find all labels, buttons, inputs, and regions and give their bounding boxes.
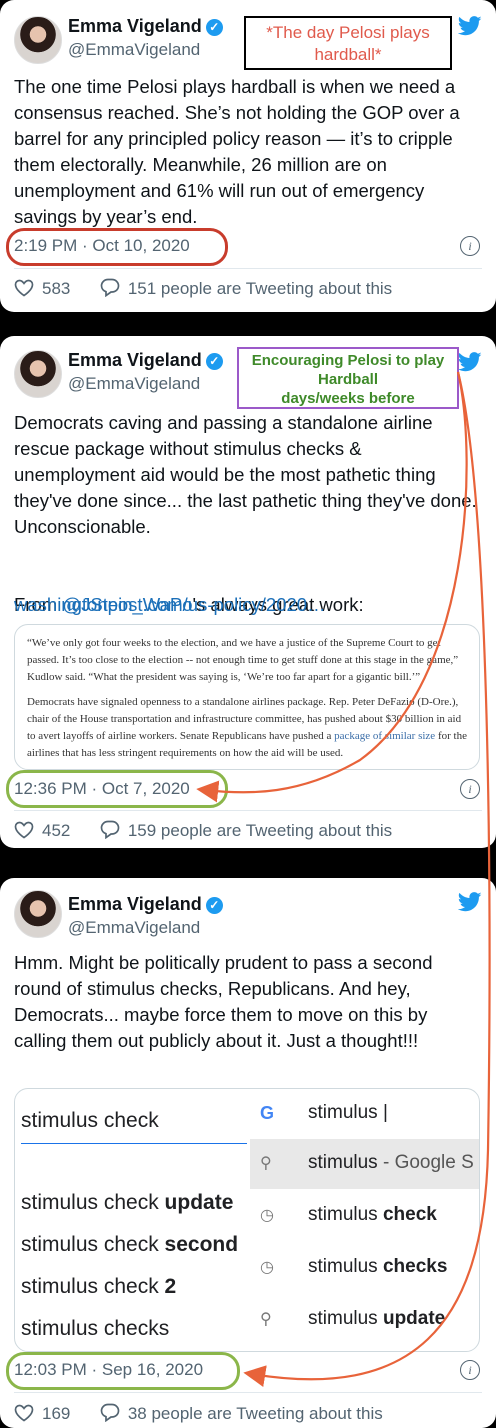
quote-paragraph: Democrats have signaled openness to a st… [27,696,467,759]
avatar[interactable] [14,350,62,398]
annotation-top-note: *The day Pelosi plays hardball* [244,16,452,70]
suggestion-row: ◷ stimulus check [260,1204,437,1225]
tweeting-count: 151 people are Tweeting about this [127,279,393,298]
verified-badge-icon: ✓ [205,353,223,370]
tweet-stats: 583 151 people are Tweeting about this [14,278,392,299]
search-right-panel: G stimulus | ⚲ stimulus - Google S ◷ sti… [250,1089,479,1351]
suggestion-item: stimulus checks [21,1317,170,1340]
conversation-link[interactable]: 38 people are Tweeting about this [100,1403,383,1423]
author-name[interactable]: Emma Vigeland ✓ [68,350,223,371]
tweeting-count: 38 people are Tweeting about this [127,1404,383,1423]
divider [14,268,482,269]
like-count: 169 [42,1404,71,1423]
avatar[interactable] [14,16,62,64]
twitter-bird-icon[interactable] [458,16,482,36]
search-screenshot: stimulus check stimulus check update sti… [14,1088,480,1352]
heart-icon [14,821,34,839]
info-icon[interactable]: i [460,236,480,256]
like-count: 583 [42,279,71,298]
heart-icon [14,279,34,297]
tweet-stats: 452 159 people are Tweeting about this [14,820,392,841]
green-timestamp-circle [6,1352,240,1390]
article-screenshot: “We’ve only got four weeks to the electi… [14,624,480,770]
search-input: stimulus check [21,1109,247,1144]
divider [14,810,482,811]
avatar[interactable] [14,890,62,938]
quote-paragraph: “We’ve only got four weeks to the electi… [27,637,459,683]
search-left-panel: stimulus check stimulus check update sti… [15,1089,250,1351]
verified-badge-icon: ✓ [205,19,223,36]
suggestion-row: ◷ stimulus checks [260,1256,448,1277]
search-icon: ⚲ [260,1311,272,1328]
article-link[interactable]: washingtonpost.com/us-policy/2020… [14,592,484,618]
suggestion-item: stimulus check update [21,1191,234,1214]
info-icon[interactable]: i [460,1360,480,1380]
history-icon: ◷ [260,1207,274,1224]
tweeting-count: 159 people are Tweeting about this [127,821,393,840]
tweet-text: The one time Pelosi plays hardball is wh… [14,76,460,227]
conversation-link[interactable]: 159 people are Tweeting about this [100,820,393,840]
reply-bubble-icon [100,820,120,839]
twitter-bird-icon[interactable] [458,352,482,372]
reply-bubble-icon [100,278,120,297]
info-icon[interactable]: i [460,779,480,799]
verified-badge-icon: ✓ [205,897,223,914]
divider [14,1392,482,1393]
conversation-link[interactable]: 151 people are Tweeting about this [100,278,393,298]
tweet-stats: 169 38 people are Tweeting about this [14,1403,383,1424]
tweet-text: Democrats caving and passing a standalon… [14,412,477,537]
like-button[interactable]: 169 [14,1404,75,1423]
author-name[interactable]: Emma Vigeland ✓ [68,894,223,915]
search-input-row: G stimulus | [260,1102,388,1123]
author-handle[interactable]: @EmmaVigeland [68,374,200,394]
annotation-middle-note: Encouraging Pelosi to play Hardball days… [237,347,459,409]
like-button[interactable]: 452 [14,821,75,840]
author-name[interactable]: Emma Vigeland ✓ [68,16,223,37]
google-g-icon: G [260,1103,275,1123]
author-handle[interactable]: @EmmaVigeland [68,40,200,60]
tweet-text: Hmm. Might be politically prudent to pas… [14,952,433,1051]
like-button[interactable]: 583 [14,279,75,298]
author-handle[interactable]: @EmmaVigeland [68,918,200,938]
suggestion-item: stimulus check 2 [21,1275,177,1298]
reply-bubble-icon [100,1403,120,1422]
heart-icon [14,1404,34,1422]
search-icon: ⚲ [260,1155,272,1172]
green-timestamp-circle [6,770,228,808]
history-icon: ◷ [260,1259,274,1276]
suggestion-row: ⚲ stimulus - Google S [250,1139,479,1189]
suggestion-row: ⚲ stimulus update [260,1308,446,1329]
like-count: 452 [42,821,71,840]
twitter-bird-icon[interactable] [458,892,482,912]
red-timestamp-circle [6,228,228,266]
suggestion-item: stimulus check second [21,1233,239,1256]
